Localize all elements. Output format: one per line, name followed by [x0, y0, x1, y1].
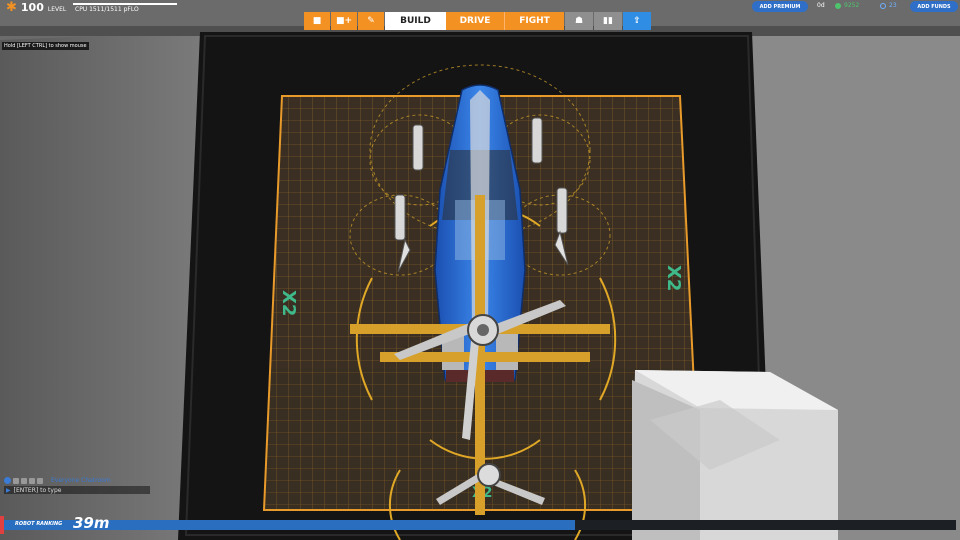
galaxy-credits-balance: 23 — [880, 2, 897, 9]
robits-balance: 9252 — [835, 2, 859, 9]
grid-label-right: X2 — [663, 265, 684, 291]
globe-icon[interactable] — [4, 477, 11, 484]
tab-drive[interactable]: DRIVE — [446, 12, 505, 30]
robits-value: 9252 — [844, 2, 860, 9]
party-icon[interactable] — [13, 477, 19, 484]
chat-input-placeholder: [ENTER] to type — [13, 486, 62, 494]
gear-icon: ✱ — [6, 0, 17, 15]
chat-panel: Everyone Chatroom ▶ [ENTER] to type — [4, 477, 150, 494]
mode-tabs: ■ ■+ ✎ BUILD DRIVE FIGHT ☗ ▮▮ ⇪ — [304, 12, 651, 30]
grid-label-left: X2 — [278, 290, 299, 316]
robot-ranking-bar: ROBOT RANKING 39m — [0, 514, 960, 534]
stats-icon[interactable]: ▮▮ — [594, 12, 622, 30]
credits-value: 23 — [889, 2, 897, 9]
tab-fight[interactable]: FIGHT — [505, 12, 564, 30]
tab-build[interactable]: BUILD — [385, 12, 446, 30]
garage-scene: X2 X2 X2 — [0, 0, 960, 540]
mouse-hint: Hold [LEFT CTRL] to show mouse — [2, 42, 89, 50]
ranking-value: 39m — [73, 514, 110, 532]
level-progress-bar — [73, 3, 177, 5]
add-premium-button[interactable]: ADD PREMIUM — [752, 1, 808, 12]
cube-plus-icon[interactable]: ■+ — [331, 12, 357, 30]
chevron-right-icon: ▶ — [6, 486, 11, 494]
clan-icon[interactable] — [21, 477, 27, 484]
player-level: ✱ 100 LEVEL — [6, 0, 67, 15]
friends-icon[interactable] — [29, 477, 35, 484]
chat-channel-name[interactable]: Everyone Chatroom — [51, 477, 111, 484]
cube-icon[interactable]: ■ — [304, 12, 330, 30]
chat-input[interactable]: ▶ [ENTER] to type — [4, 486, 150, 494]
top-hud: ✱ 100 LEVEL CPU 1511/1511 pFLO ■ ■+ ✎ BU… — [0, 0, 960, 30]
paint-icon[interactable]: ✎ — [358, 12, 384, 30]
premium-days-value: 0d — [817, 2, 825, 9]
premium-days: 0d — [817, 2, 825, 9]
robits-icon — [835, 2, 841, 9]
ranking-marker — [0, 516, 4, 534]
players-icon[interactable]: ☗ — [565, 12, 593, 30]
left-wall — [0, 32, 200, 540]
placement-cube[interactable] — [632, 370, 838, 540]
level-number: 100 — [20, 1, 44, 14]
share-icon[interactable]: ⇪ — [623, 12, 651, 30]
group-icon[interactable] — [37, 477, 43, 484]
add-funds-button[interactable]: ADD FUNDS — [910, 1, 958, 12]
ranking-label: ROBOT RANKING — [15, 521, 63, 527]
level-unit: LEVEL — [47, 5, 67, 13]
chat-channel-row: Everyone Chatroom — [4, 477, 150, 484]
cpu-readout: CPU 1511/1511 pFLO — [75, 6, 139, 13]
credits-icon — [880, 2, 886, 9]
